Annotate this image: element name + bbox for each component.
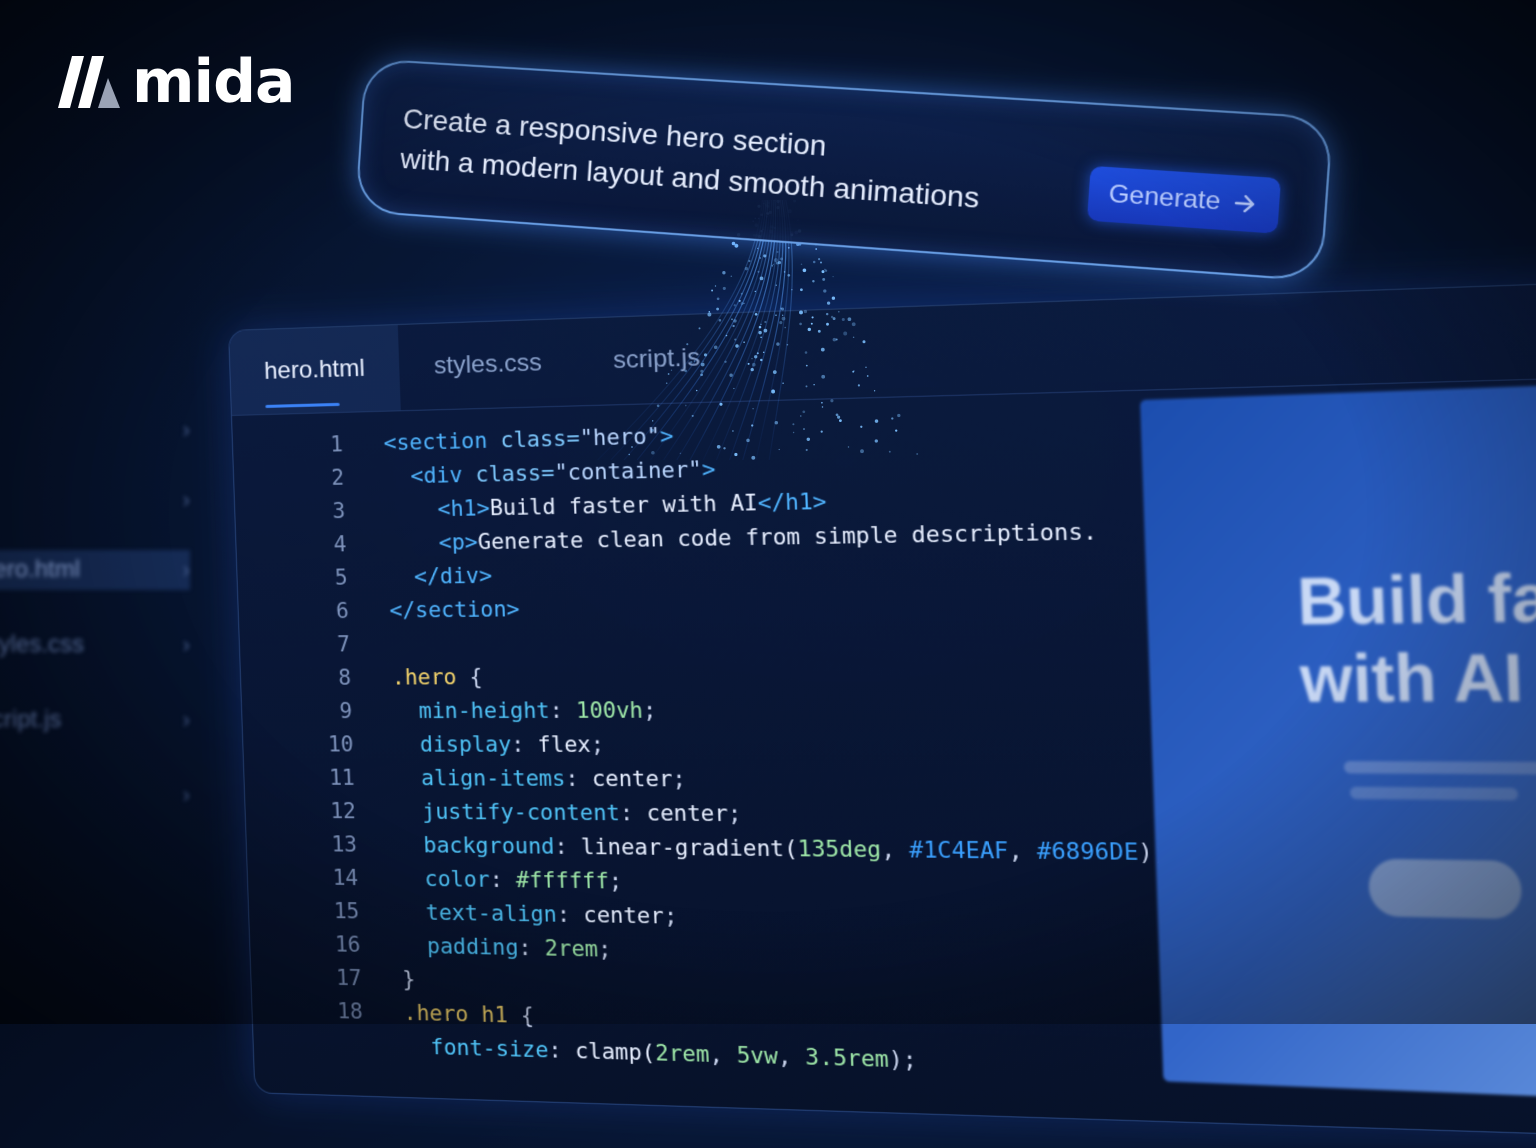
code-line — [390, 621, 1160, 661]
sidebar-item-styles[interactable]: styles.css› — [0, 625, 190, 665]
preview-hero-title: Build faster with AI — [1296, 555, 1536, 717]
code-line: .hero { — [391, 657, 1161, 695]
line-number: 15 — [298, 894, 360, 928]
tab-label: hero.html — [264, 355, 366, 386]
preview-subtitle-placeholder — [1350, 787, 1518, 801]
sidebar-item-blur-2[interactable]: › — [0, 480, 190, 520]
line-number: 1 — [282, 428, 343, 463]
line-number: 8 — [290, 661, 352, 695]
tab-hero-html[interactable]: hero.html — [229, 325, 401, 415]
brand-logo: mida — [58, 52, 295, 112]
sidebar-item-script[interactable]: script.js› — [0, 700, 190, 740]
line-number: 12 — [295, 795, 357, 829]
line-number: 5 — [287, 561, 348, 595]
line-number: 14 — [297, 861, 359, 895]
preview-cta-button[interactable] — [1368, 859, 1523, 920]
line-number: 13 — [296, 828, 358, 862]
line-number: 4 — [286, 528, 347, 562]
tab-label: script.js — [613, 344, 701, 376]
sidebar-item-label: styles.css — [0, 631, 84, 659]
line-number: 9 — [291, 695, 353, 728]
sidebar-item-blur-3[interactable]: › — [0, 775, 190, 815]
tab-label: styles.css — [434, 349, 543, 381]
code-area[interactable]: <section class="hero"> <div class="conta… — [383, 407, 1176, 1086]
line-number: 2 — [283, 461, 344, 496]
mida-logo-icon — [58, 56, 120, 108]
line-number-gutter: 1 2 3 4 5 6 7 8 9 10 11 12 13 14 15 16 17 18 — [282, 428, 363, 1029]
prompt-input[interactable]: Create a responsive hero section with a … — [399, 99, 983, 220]
code-line: min-height: 100vh; — [392, 692, 1163, 728]
generate-button[interactable]: Generate — [1087, 166, 1281, 234]
sidebar-item-hero[interactable]: hero.html› — [0, 550, 190, 590]
code-line: display: flex; — [394, 728, 1165, 764]
sidebar-item-blur-1[interactable]: › — [0, 410, 190, 450]
line-number: 17 — [301, 961, 363, 996]
preview-subtitle-placeholder — [1344, 761, 1536, 774]
file-sidebar: › › hero.html› styles.css› script.js› › — [0, 400, 210, 1020]
line-number: 11 — [294, 761, 356, 795]
line-number: 3 — [285, 495, 346, 529]
generate-button-label: Generate — [1108, 180, 1222, 217]
tab-script-js[interactable]: script.js — [576, 313, 738, 405]
sidebar-item-label: script.js — [0, 706, 61, 734]
sidebar-item-label: hero.html — [0, 556, 80, 584]
tab-styles-css[interactable]: styles.css — [398, 319, 579, 410]
brand-name: mida — [132, 52, 295, 112]
arrow-right-icon — [1231, 190, 1260, 217]
code-line: align-items: center; — [395, 762, 1166, 800]
live-preview-panel: Build faster with AI — [1140, 381, 1536, 1103]
prompt-bar[interactable]: Create a responsive hero section with a … — [355, 58, 1333, 282]
line-number: 6 — [288, 595, 349, 629]
line-number: 10 — [293, 728, 355, 761]
line-number: 7 — [289, 628, 351, 662]
line-number: 16 — [300, 928, 362, 962]
